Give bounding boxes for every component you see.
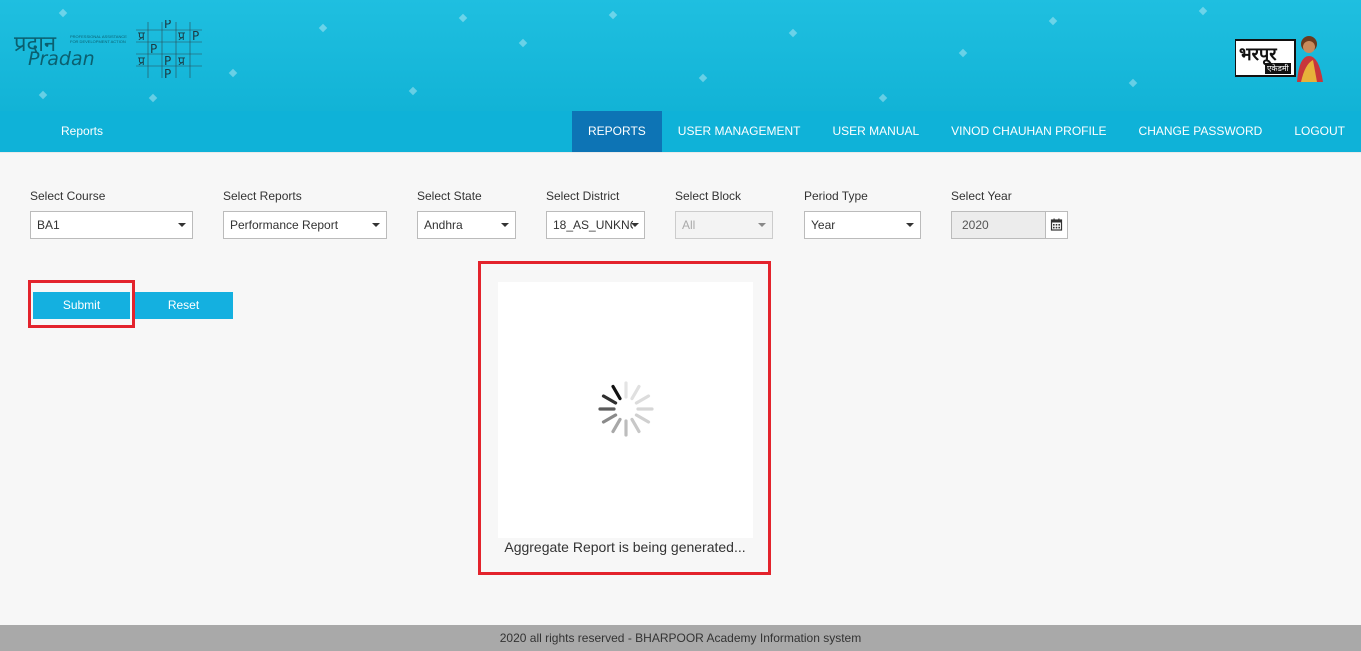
- reports-select[interactable]: Performance Report: [223, 211, 387, 239]
- chevron-down-icon: [178, 223, 186, 227]
- course-select-value: BA1: [37, 218, 60, 232]
- course-select[interactable]: BA1: [30, 211, 193, 239]
- svg-text:प्र: प्र: [138, 29, 145, 43]
- district-select[interactable]: 18_AS_UNKNOWN: [546, 211, 645, 239]
- filter-district-label: Select District: [546, 189, 620, 203]
- filter-year-label: Select Year: [951, 189, 1012, 203]
- nav-item-logout[interactable]: LOGOUT: [1278, 111, 1361, 152]
- chevron-down-icon: [372, 223, 380, 227]
- nav-item-user-manual[interactable]: USER MANUAL: [816, 111, 935, 152]
- pradan-tagline: PROFESSIONAL ASSISTANCE FOR DEVELOPMENT …: [70, 34, 127, 44]
- nav-item-reports[interactable]: REPORTS: [572, 111, 662, 152]
- svg-text:प्र: प्र: [138, 54, 145, 68]
- chevron-down-icon: [501, 223, 509, 227]
- block-select-value: All: [682, 218, 696, 232]
- nav-brand[interactable]: Reports: [61, 111, 103, 152]
- reports-select-value: Performance Report: [230, 218, 339, 232]
- chevron-down-icon: [906, 223, 914, 227]
- filter-period-type: Period Type Year: [804, 189, 921, 239]
- filter-district: Select District 18_AS_UNKNOWN: [546, 189, 645, 239]
- nav-item-user-management[interactable]: USER MANAGEMENT: [662, 111, 817, 152]
- svg-text:P: P: [164, 20, 171, 31]
- loading-panel: [498, 282, 753, 538]
- period-type-select-value: Year: [811, 218, 836, 232]
- submit-highlight-box: [28, 280, 135, 328]
- svg-text:प्र: प्र: [178, 29, 185, 43]
- svg-text:P: P: [192, 29, 199, 43]
- svg-text:P: P: [150, 42, 157, 56]
- bharpoor-logo-sub: एकेडमी: [1265, 63, 1291, 74]
- calendar-icon: [1050, 218, 1063, 231]
- loading-spinner-icon: [598, 381, 654, 437]
- pradan-logo-latin: Pradan: [28, 48, 95, 70]
- period-type-select[interactable]: Year: [804, 211, 921, 239]
- main-navigation: Reports REPORTS USER MANAGEMENT USER MAN…: [0, 111, 1361, 152]
- filter-block-label: Select Block: [675, 189, 742, 203]
- calendar-button[interactable]: [1045, 211, 1068, 239]
- nav-menu: REPORTS USER MANAGEMENT USER MANUAL VINO…: [572, 111, 1361, 152]
- year-input[interactable]: 2020: [951, 211, 1046, 239]
- filter-course-label: Select Course: [30, 189, 106, 203]
- footer-text: 2020 all rights reserved - BHARPOOR Acad…: [499, 631, 862, 645]
- loading-message: Aggregate Report is being generated...: [504, 539, 746, 555]
- pradan-grid-logo: प्रPप्र PPP प्र प्रP: [136, 20, 202, 80]
- bharpoor-academy-logo: भरपूर एकेडमी: [1234, 30, 1325, 82]
- filter-state: Select State Andhra: [417, 189, 516, 239]
- filter-state-label: Select State: [417, 189, 482, 203]
- svg-text:P: P: [164, 67, 171, 80]
- filter-course: Select Course BA1: [30, 189, 193, 239]
- block-select[interactable]: All: [675, 211, 773, 239]
- svg-text:P: P: [164, 54, 171, 68]
- filter-reports: Select Reports Performance Report: [223, 189, 387, 239]
- filter-reports-label: Select Reports: [223, 189, 302, 203]
- filter-year: Select Year 2020: [951, 189, 1068, 239]
- filter-block: Select Block All: [675, 189, 773, 239]
- state-select-value: Andhra: [424, 218, 463, 232]
- district-select-value: 18_AS_UNKNOWN: [553, 218, 633, 232]
- reset-button[interactable]: Reset: [134, 292, 233, 319]
- nav-item-change-password[interactable]: CHANGE PASSWORD: [1123, 111, 1279, 152]
- year-picker: 2020: [951, 211, 1068, 239]
- chevron-down-icon: [758, 223, 766, 227]
- svg-text:प्र: प्र: [178, 54, 185, 68]
- header-banner: प्रदान Pradan PROFESSIONAL ASSISTANCE FO…: [0, 0, 1361, 111]
- filter-period-type-label: Period Type: [804, 189, 868, 203]
- chevron-down-icon: [631, 223, 639, 227]
- nav-item-profile[interactable]: VINOD CHAUHAN PROFILE: [935, 111, 1122, 152]
- state-select[interactable]: Andhra: [417, 211, 516, 239]
- footer: 2020 all rights reserved - BHARPOOR Acad…: [0, 625, 1361, 651]
